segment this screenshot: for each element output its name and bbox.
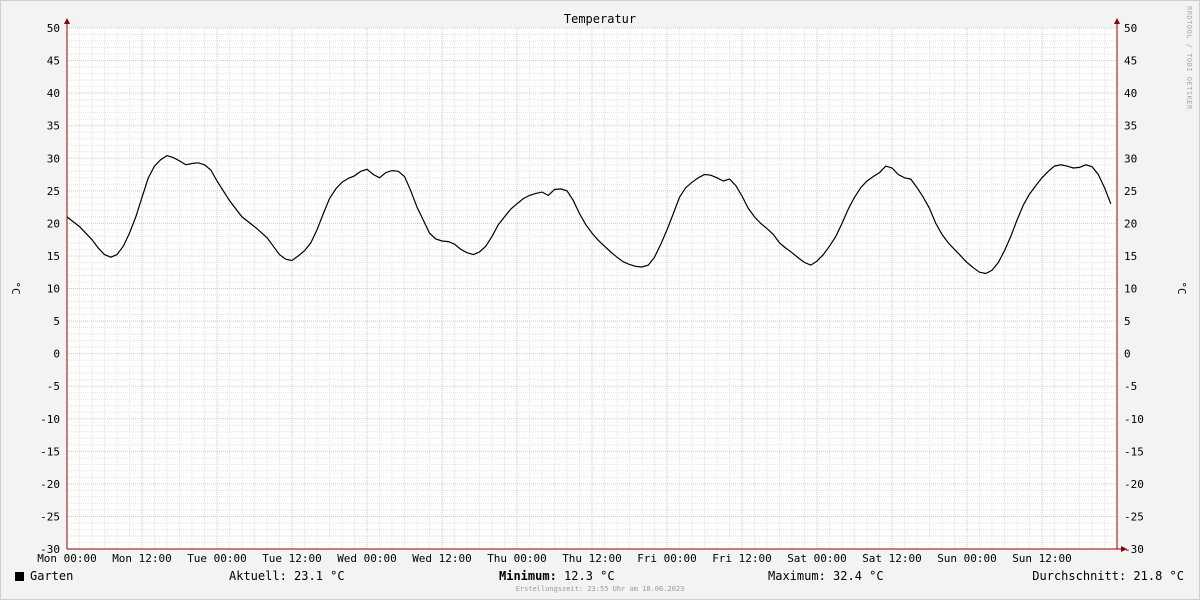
y-tick-label-right: -30 xyxy=(1124,543,1144,556)
y-tick-label-right: -25 xyxy=(1124,510,1144,523)
y-tick-label-left: 40 xyxy=(47,87,60,100)
y-tick-label-right: 0 xyxy=(1124,348,1131,361)
x-tick-label: Fri 12:00 xyxy=(712,552,772,565)
temperature-chart: 50 5045 4540 4035 3530 3025 2520 2015 1510 105 50 0… xyxy=(9,12,1188,565)
y-tick-label-left: 45 xyxy=(47,55,60,68)
x-tick-label: Mon 12:00 xyxy=(112,552,172,565)
stat-minimum-value: 12.3 °C xyxy=(564,569,615,583)
y-tick-label-right: 40 xyxy=(1124,87,1137,100)
x-tick-label: Wed 12:00 xyxy=(412,552,472,565)
legend-swatch xyxy=(15,572,24,581)
x-tick-label: Tue 12:00 xyxy=(262,552,322,565)
y-tick-label-left: 0 xyxy=(53,348,60,361)
y-axis-label-right: °C xyxy=(1175,281,1188,294)
creation-time: Erstellungszeit: 23:55 Uhr am 18.06.2023 xyxy=(515,585,685,593)
y-tick-label-right: 25 xyxy=(1124,185,1137,198)
y-tick-label-left: 5 xyxy=(53,315,60,328)
legend-series: Garten xyxy=(15,568,73,584)
y-tick-label-left: 25 xyxy=(47,185,60,198)
y-tick-label-left: 35 xyxy=(47,120,60,133)
y-tick-label-right: 20 xyxy=(1124,217,1137,230)
y-tick-label-left: -10 xyxy=(40,413,60,426)
stat-maximum: Maximum: 32.4 °C xyxy=(768,569,884,583)
x-tick-label: Sun 12:00 xyxy=(1012,552,1072,565)
x-tick-label: Fri 00:00 xyxy=(637,552,697,565)
x-tick-label: Sat 00:00 xyxy=(787,552,847,565)
x-tick-label: Tue 00:00 xyxy=(187,552,247,565)
y-tick-label-right: -15 xyxy=(1124,445,1144,458)
x-tick-label: Wed 00:00 xyxy=(337,552,397,565)
y-tick-label-left: 10 xyxy=(47,283,60,296)
y-tick-label-right: 35 xyxy=(1124,120,1137,133)
y-tick-label-left: -15 xyxy=(40,445,60,458)
y-tick-label-right: 5 xyxy=(1124,315,1131,328)
y-tick-label-left: 20 xyxy=(47,217,60,230)
stat-minimum: Minimum: 12.3 °C xyxy=(499,568,615,584)
y-tick-label-right: 45 xyxy=(1124,55,1137,68)
stat-minimum-label: Minimum: xyxy=(499,569,557,583)
y-tick-label-left: 50 xyxy=(47,22,60,35)
y-tick-label-right: -10 xyxy=(1124,413,1144,426)
x-tick-label: Thu 12:00 xyxy=(562,552,622,565)
x-tick-label: Sun 00:00 xyxy=(937,552,997,565)
y-tick-label-right: 15 xyxy=(1124,250,1137,263)
y-tick-label-left: -20 xyxy=(40,478,60,491)
y-tick-label-left: -25 xyxy=(40,510,60,523)
stat-current: Aktuell: 23.1 °C xyxy=(229,569,345,583)
y-tick-label-left: 30 xyxy=(47,152,60,165)
chart-title: Temperatur xyxy=(564,12,636,26)
legend-series-label: Garten xyxy=(30,569,74,583)
x-tick-label: Mon 00:00 xyxy=(37,552,97,565)
y-tick-label-right: -20 xyxy=(1124,478,1144,491)
x-tick-label: Thu 00:00 xyxy=(487,552,547,565)
y-tick-label-right: 10 xyxy=(1124,283,1137,296)
y-axis-arrow-right xyxy=(1114,18,1120,24)
x-tick-labels: Mon 00:00 Mon 12:00 Tue 00:00 Tue 12:00 Wed … xyxy=(37,552,1072,565)
y-tick-label-left: 15 xyxy=(47,250,60,263)
y-tick-label-right: 30 xyxy=(1124,152,1137,165)
y-axis-arrow-left xyxy=(64,18,70,24)
rrdtool-watermark: RRDTOOL / TOBI OETIKER xyxy=(1185,6,1193,110)
y-tick-label-right: 50 xyxy=(1124,22,1137,35)
x-tick-label: Sat 12:00 xyxy=(862,552,922,565)
y-axis-label-left: °C xyxy=(9,281,22,294)
y-tick-label-right: -5 xyxy=(1124,380,1137,393)
stat-average: Durchschnitt: 21.8 °C xyxy=(1032,569,1184,583)
y-tick-label-left: -5 xyxy=(47,380,60,393)
